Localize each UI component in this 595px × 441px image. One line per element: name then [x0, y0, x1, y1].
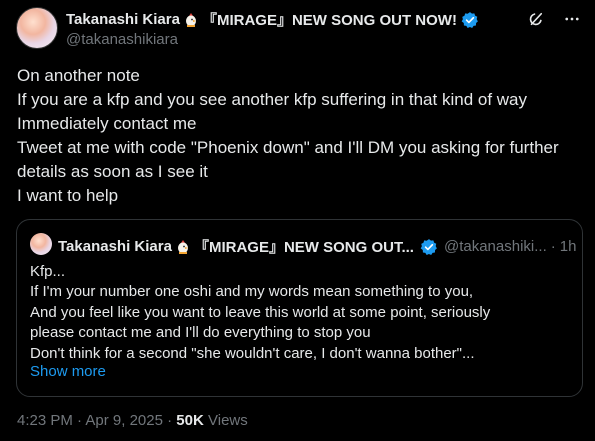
author-name-suffix[interactable]: 『MIRAGE』NEW SONG OUT NOW! — [202, 9, 457, 30]
meta-separator: · — [77, 412, 83, 429]
quoted-line: please contact me and I'll do everything… — [30, 324, 371, 342]
post-line: If you are a kfp and you see another kfp… — [17, 90, 527, 109]
post-line: I want to help — [17, 186, 119, 205]
author-display-name[interactable]: Takanashi Kiara — [66, 11, 180, 28]
tweet: Takanashi Kiara 『MIRAGE』NEW SONG OUT NOW… — [0, 0, 595, 441]
quoted-handle: @takanashiki... — [443, 238, 547, 255]
verified-badge-icon — [461, 11, 479, 29]
show-more-link[interactable]: Show more — [30, 363, 106, 380]
post-date[interactable]: Apr 9, 2025 — [85, 412, 163, 429]
quoted-line: Kfp... — [30, 263, 66, 280]
post-line: Tweet at me with code "Phoenix down" and… — [17, 138, 559, 157]
post-line: details as soon as I see it — [17, 162, 208, 181]
quoted-name-suffix: 『MIRAGE』NEW SONG OUT... — [193, 239, 414, 256]
quoted-time[interactable]: 1h — [560, 238, 577, 255]
post-meta: 4:23 PM · Apr 9, 2025 · 50K Views — [17, 412, 248, 429]
grok-icon[interactable] — [527, 10, 545, 33]
views-label: Views — [208, 412, 248, 429]
bird-emoji-icon — [184, 12, 198, 28]
views-count: 50K — [176, 412, 204, 429]
quoted-text: Kfp... If I'm your number one oshi and m… — [30, 262, 570, 364]
quoted-display-name: Takanashi Kiara — [58, 238, 172, 255]
author-name-row[interactable]: Takanashi Kiara 『MIRAGE』NEW SONG OUT NOW… — [66, 9, 479, 30]
verified-badge-icon — [420, 238, 438, 256]
quoted-post[interactable]: Takanashi Kiara 『MIRAGE』NEW SONG OUT... … — [16, 219, 583, 397]
post-time[interactable]: 4:23 PM — [17, 412, 73, 429]
bird-emoji-icon — [176, 239, 190, 255]
top-actions — [527, 10, 581, 33]
post-text: On another note If you are a kfp and you… — [17, 64, 582, 208]
quoted-line: And you feel like you want to leave this… — [30, 303, 491, 321]
quoted-line: If I'm your number one oshi and my words… — [30, 283, 474, 301]
more-icon[interactable] — [563, 10, 581, 33]
author-avatar[interactable] — [16, 7, 58, 49]
quoted-author-avatar — [30, 233, 52, 255]
meta-separator: · — [167, 412, 173, 429]
quoted-line: Don't think for a second "she wouldn't c… — [30, 344, 475, 362]
quoted-header: Takanashi Kiara 『MIRAGE』NEW SONG OUT... … — [58, 236, 576, 257]
post-line: Immediately contact me — [17, 114, 197, 133]
post-line: On another note — [17, 66, 140, 85]
quoted-separator: · — [550, 238, 556, 255]
author-handle[interactable]: @takanashikiara — [66, 31, 178, 48]
